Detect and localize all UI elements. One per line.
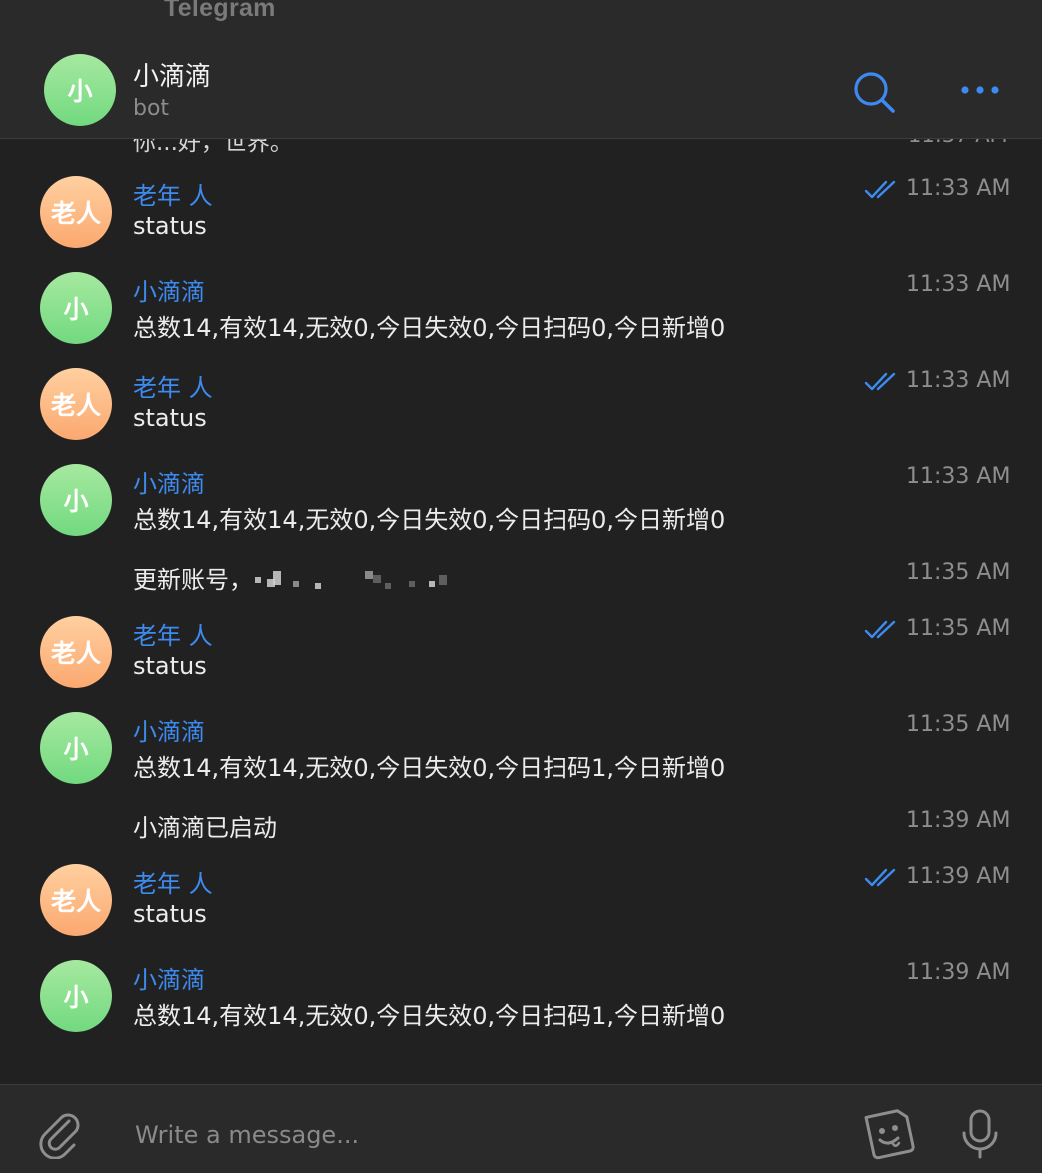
message-text: 你...好，世界。 xyxy=(133,139,293,156)
sender-name[interactable]: 小滴滴 xyxy=(133,960,205,995)
message-text: 总数14,有效14,无效0,今日失效0,今日扫码1,今日新增0 xyxy=(133,748,725,783)
message-text: status xyxy=(133,652,207,680)
message-row[interactable]: 小小滴滴总数14,有效14,无效0,今日失效0,今日扫码1,今日新增0 11:39… xyxy=(0,960,1042,1050)
sender-name[interactable]: 小滴滴 xyxy=(133,272,205,307)
message-text: 小滴滴已启动 xyxy=(133,808,277,843)
window-titlebar: Telegram xyxy=(0,0,1042,40)
message-text: 总数14,有效14,无效0,今日失效0,今日扫码1,今日新增0 xyxy=(133,996,725,1031)
message-text: 更新账号， xyxy=(133,560,483,595)
chat-subtitle: bot xyxy=(133,96,170,121)
sticker-button[interactable] xyxy=(862,1107,916,1161)
message-text-content: status xyxy=(133,900,207,928)
continuation-message[interactable]: 更新账号， 11:35 AM xyxy=(0,560,1042,600)
more-button[interactable] xyxy=(958,76,1002,106)
message-text-content: 小滴滴已启动 xyxy=(133,814,277,842)
message-list[interactable]: 你...好，世界。 11:37 AM 老人老年 人status11:33 AM小… xyxy=(0,139,1042,1084)
sender-avatar[interactable]: 老人 xyxy=(40,616,112,688)
message-row[interactable]: 小小滴滴总数14,有效14,无效0,今日失效0,今日扫码0,今日新增0 11:33… xyxy=(0,272,1042,362)
message-time: 11:33 AM xyxy=(906,272,1011,297)
message-time: 11:35 AM xyxy=(906,712,1011,737)
sender-avatar[interactable]: 小 xyxy=(40,464,112,536)
more-icon xyxy=(961,86,999,94)
message-time: 11:39 AM xyxy=(906,864,1011,889)
message-input[interactable] xyxy=(133,1117,837,1153)
sender-name[interactable]: 小滴滴 xyxy=(133,464,205,499)
sender-name[interactable]: 老年 人 xyxy=(133,616,213,651)
sender-avatar[interactable]: 小 xyxy=(40,960,112,1032)
sender-avatar[interactable]: 老人 xyxy=(40,176,112,248)
sender-name[interactable]: 老年 人 xyxy=(133,368,213,403)
double-check-icon xyxy=(864,620,896,639)
composer xyxy=(0,1084,1042,1173)
double-check-icon xyxy=(864,372,896,391)
message-time: 11:39 AM xyxy=(906,960,1011,985)
message-text-content: 总数14,有效14,无效0,今日失效0,今日扫码1,今日新增0 xyxy=(133,1002,726,1030)
message-time: 11:39 AM xyxy=(906,808,1011,833)
sender-avatar[interactable]: 老人 xyxy=(40,864,112,936)
message-text-content: 总数14,有效14,无效0,今日失效0,今日扫码0,今日新增0 xyxy=(133,314,726,342)
message-text: status xyxy=(133,212,207,240)
sender-avatar[interactable]: 老人 xyxy=(40,368,112,440)
microphone-icon xyxy=(962,1109,998,1159)
redacted-text xyxy=(253,571,483,591)
message-text-content: status xyxy=(133,404,207,432)
message-row[interactable]: 小小滴滴总数14,有效14,无效0,今日失效0,今日扫码1,今日新增0 11:35… xyxy=(0,712,1042,802)
message-text: status xyxy=(133,900,207,928)
chat-header: 小 小滴滴 bot xyxy=(0,40,1042,139)
double-check-icon xyxy=(864,868,896,887)
message-text: 总数14,有效14,无效0,今日失效0,今日扫码0,今日新增0 xyxy=(133,308,725,343)
sender-name[interactable]: 老年 人 xyxy=(133,176,213,211)
message-text-content: status xyxy=(133,212,207,240)
message-time: 11:37 AM xyxy=(908,139,1008,147)
message-time: 11:33 AM xyxy=(906,368,1011,393)
attach-icon xyxy=(39,1113,80,1160)
voice-button[interactable] xyxy=(958,1107,1002,1161)
attach-button[interactable] xyxy=(36,1109,86,1160)
message-row[interactable]: 小小滴滴总数14,有效14,无效0,今日失效0,今日扫码0,今日新增0 11:33… xyxy=(0,464,1042,554)
search-button[interactable] xyxy=(852,70,896,114)
message-row[interactable]: 老人 老年 人 status 11:39 AM xyxy=(0,864,1042,954)
message-row[interactable]: 老人 老年 人 status 11:33 AM xyxy=(0,368,1042,458)
message-time: 11:35 AM xyxy=(906,560,1011,585)
message-text-content: status xyxy=(133,652,207,680)
chat-avatar[interactable]: 小 xyxy=(44,54,116,126)
message-text-content: 总数14,有效14,无效0,今日失效0,今日扫码0,今日新增0 xyxy=(133,506,726,534)
app-title: Telegram xyxy=(164,0,276,22)
message-row[interactable]: 老人 老年 人 status 11:33 AM xyxy=(0,176,1042,266)
message-time: 11:33 AM xyxy=(906,464,1011,489)
sender-avatar[interactable]: 小 xyxy=(40,272,112,344)
message-text-content: 更新账号， xyxy=(133,566,253,594)
sticker-icon xyxy=(864,1109,915,1160)
sender-name[interactable]: 老年 人 xyxy=(133,864,213,899)
message-text-content: 总数14,有效14,无效0,今日失效0,今日扫码1,今日新增0 xyxy=(133,754,726,782)
double-check-icon xyxy=(864,180,896,199)
sender-name[interactable]: 小滴滴 xyxy=(133,712,205,747)
continuation-message[interactable]: 小滴滴已启动 11:39 AM xyxy=(0,808,1042,848)
search-icon xyxy=(854,72,895,113)
chat-title[interactable]: 小滴滴 xyxy=(133,56,211,93)
message-time: 11:35 AM xyxy=(906,616,1011,641)
message-text: status xyxy=(133,404,207,432)
message-text: 总数14,有效14,无效0,今日失效0,今日扫码0,今日新增0 xyxy=(133,500,725,535)
message-time: 11:33 AM xyxy=(906,176,1011,201)
message-row[interactable]: 老人 老年 人 status 11:35 AM xyxy=(0,616,1042,706)
sender-avatar[interactable]: 小 xyxy=(40,712,112,784)
